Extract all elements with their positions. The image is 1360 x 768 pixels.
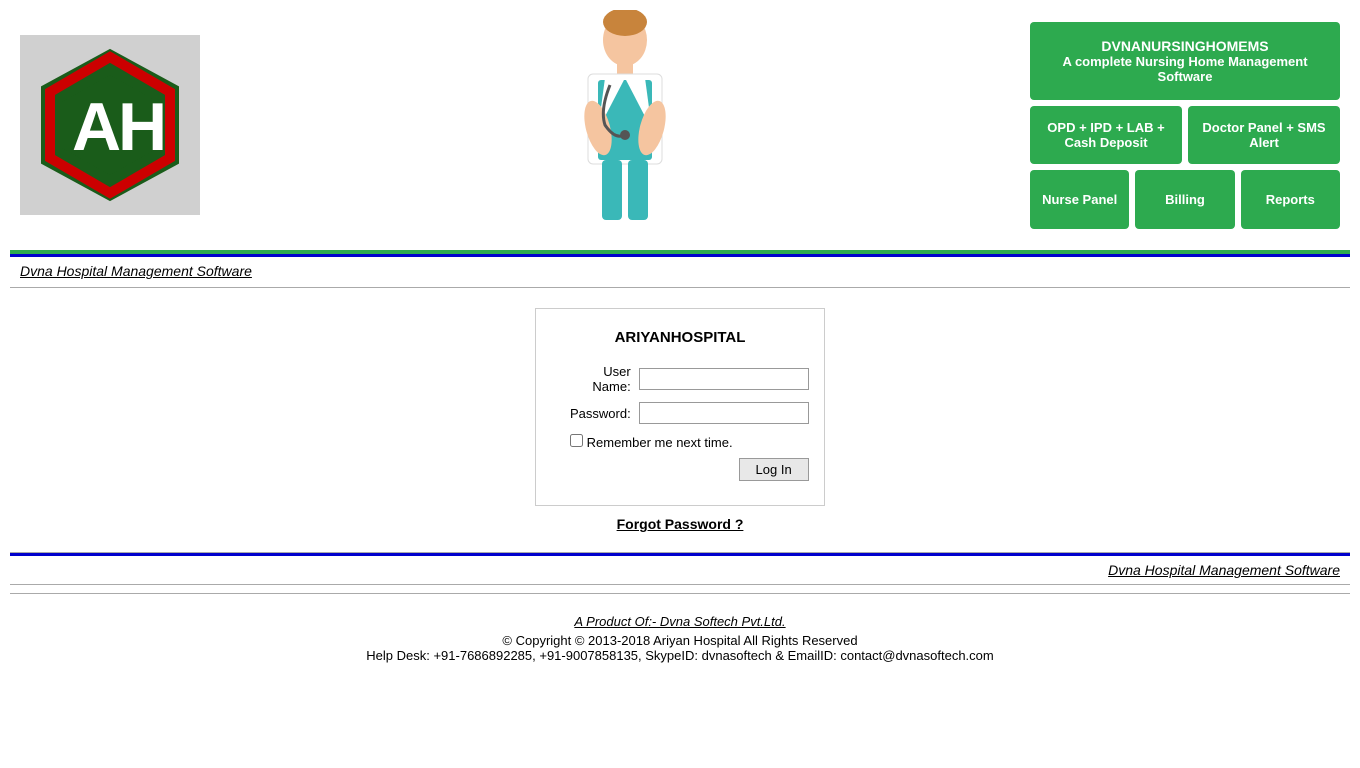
username-label: User Name: [566, 360, 635, 398]
logo-area: A H [20, 35, 220, 215]
doctor-panel-tile[interactable]: Doctor Panel + SMS Alert [1188, 106, 1340, 164]
password-label: Password: [566, 398, 635, 428]
forgot-password-link[interactable]: Forgot Password ? [617, 516, 744, 532]
copyright-text: © Copyright © 2013-2018 Ariyan Hospital … [502, 633, 857, 648]
doctor-figure-icon [560, 10, 690, 240]
header: A H [0, 0, 1360, 250]
svg-text:H: H [118, 89, 167, 165]
username-input[interactable] [639, 368, 809, 390]
product-link[interactable]: A Product Of:- Dvna Softech Pvt.Ltd. [10, 614, 1350, 629]
nav-tiles: DVNANURSINGHOMEMS A complete Nursing Hom… [1030, 22, 1340, 229]
remember-row: Remember me next time. [566, 428, 813, 454]
footer-bottom: A Product Of:- Dvna Softech Pvt.Ltd. © C… [0, 594, 1360, 673]
logo-icon: A H [30, 45, 190, 205]
helpdesk-text: Help Desk: +91-7686892285, +91-900785813… [366, 648, 993, 663]
login-form: User Name: Password: Remember me next ti… [566, 360, 794, 485]
top-nav-bar: Dvna Hospital Management Software [0, 257, 1360, 287]
doctor-area [220, 10, 1030, 240]
password-row: Password: [566, 398, 813, 428]
password-input[interactable] [639, 402, 809, 424]
opd-ipd-tile[interactable]: OPD + IPD + LAB + Cash Deposit [1030, 106, 1182, 164]
login-container: ARIYANHOSPITAL User Name: Password: Reme… [535, 308, 825, 506]
billing-tile[interactable]: Billing [1135, 170, 1234, 229]
username-row: User Name: [566, 360, 813, 398]
top-nav-link[interactable]: Dvna Hospital Management Software [20, 263, 252, 279]
app-name-tile: DVNANURSINGHOMEMS A complete Nursing Hom… [1030, 22, 1340, 100]
reports-tile[interactable]: Reports [1241, 170, 1340, 229]
login-button[interactable]: Log In [739, 458, 809, 481]
remember-checkbox[interactable] [570, 434, 583, 447]
logo-box: A H [20, 35, 200, 215]
bottom-nav-link[interactable]: Dvna Hospital Management Software [1108, 562, 1340, 578]
tiles-row-2: Nurse Panel Billing Reports [1030, 170, 1340, 229]
footer-nav: Dvna Hospital Management Software [0, 556, 1360, 584]
remember-label: Remember me next time. [587, 435, 733, 450]
login-btn-row: Log In [566, 454, 813, 485]
tiles-row-1: OPD + IPD + LAB + Cash Deposit Doctor Pa… [1030, 106, 1340, 164]
svg-text:A: A [72, 89, 121, 165]
hospital-name: ARIYANHOSPITAL [566, 329, 794, 346]
nurse-panel-tile[interactable]: Nurse Panel [1030, 170, 1129, 229]
main-content: ARIYANHOSPITAL User Name: Password: Reme… [0, 288, 1360, 552]
